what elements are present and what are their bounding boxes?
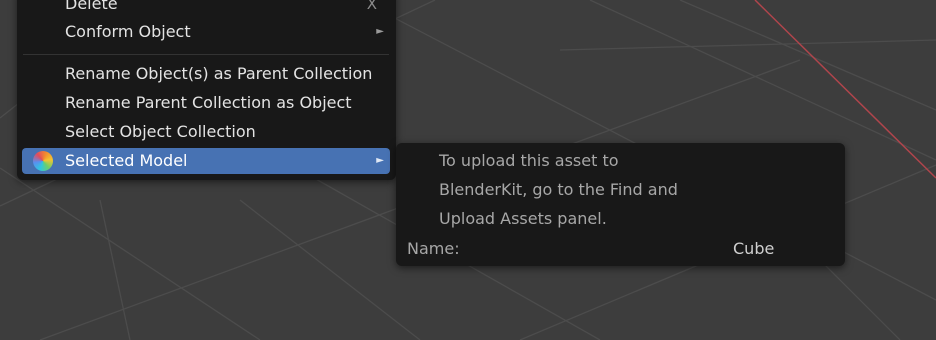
menu-item-delete[interactable]: Delete X [22, 0, 390, 17]
menu-item-label: Select Object Collection [65, 122, 256, 141]
tooltip-line: Upload Assets panel. [439, 209, 607, 228]
menu-item-conform-object[interactable]: Conform Object ► [22, 19, 390, 45]
menu-item-label: Conform Object [65, 22, 191, 41]
submenu-arrow-icon: ► [376, 26, 384, 37]
submenu-arrow-icon: ► [376, 155, 384, 166]
selected-model-submenu-tooltip: To upload this asset to BlenderKit, go t… [396, 143, 845, 266]
blenderkit-ball-icon [33, 151, 53, 171]
menu-item-label: Selected Model [65, 151, 188, 170]
menu-item-label: Delete [65, 0, 118, 13]
menu-item-rename-parent-collection-as-object[interactable]: Rename Parent Collection as Object [22, 90, 390, 116]
menu-item-label: Rename Object(s) as Parent Collection [65, 64, 373, 83]
menu-item-selected-model[interactable]: Selected Model ► [22, 148, 390, 174]
object-context-menu: Delete X Conform Object ► Rename Object(… [17, 0, 396, 180]
menu-item-label: Rename Parent Collection as Object [65, 93, 352, 112]
menu-separator [23, 54, 389, 55]
name-label: Name: [407, 239, 460, 258]
shortcut-hint: X [366, 0, 377, 13]
tooltip-line: BlenderKit, go to the Find and [439, 180, 678, 199]
tooltip-line: To upload this asset to [439, 151, 619, 170]
name-value: Cube [733, 239, 775, 258]
menu-item-select-object-collection[interactable]: Select Object Collection [22, 119, 390, 145]
menu-item-rename-objects-as-parent-collection[interactable]: Rename Object(s) as Parent Collection [22, 61, 390, 87]
